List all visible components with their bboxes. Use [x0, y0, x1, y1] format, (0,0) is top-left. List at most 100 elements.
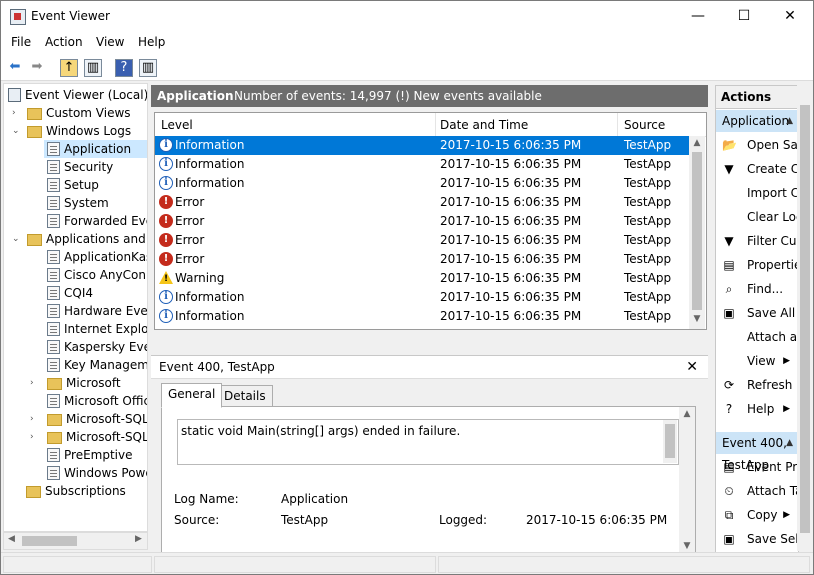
- forward-arrow-icon[interactable]: ➡: [28, 58, 46, 76]
- menu-view[interactable]: View: [96, 35, 124, 49]
- expand-icon[interactable]: ›: [30, 410, 40, 428]
- event-row[interactable]: i Information 2017-10-15 6:06:35 PM TestApp: [155, 155, 689, 174]
- tree-item-application[interactable]: Application: [44, 140, 147, 158]
- scroll-down-icon[interactable]: ▼: [689, 314, 705, 324]
- action-item[interactable]: ▤ Event Properties: [716, 455, 798, 479]
- tree-item-security[interactable]: Security: [44, 158, 113, 176]
- actions-vertical-scrollbar[interactable]: [797, 85, 813, 551]
- event-row[interactable]: i Information 2017-10-15 6:06:35 PM TestApp: [155, 288, 689, 307]
- back-arrow-icon[interactable]: ⬅: [6, 58, 24, 76]
- action-item[interactable]: ▣ Save All Events As...: [716, 301, 798, 325]
- tree-item-app-log[interactable]: Hardware Events: [44, 302, 147, 320]
- up-folder-icon[interactable]: ↑: [60, 59, 78, 77]
- action-item[interactable]: ⟳ Refresh: [716, 373, 798, 397]
- column-divider[interactable]: [435, 113, 436, 136]
- expand-icon[interactable]: ›: [30, 428, 40, 446]
- tree-item-sqlserver[interactable]: › Microsoft-SQLServer: [30, 428, 147, 446]
- action-item[interactable]: ⏲ Attach Task To This Event...: [716, 479, 798, 503]
- action-item[interactable]: ▼ Filter Current Log...: [716, 229, 798, 253]
- scroll-up-icon[interactable]: ▲: [679, 409, 695, 419]
- event-row[interactable]: i Information 2017-10-15 6:06:35 PM TestApp: [155, 136, 689, 155]
- scrollbar-thumb[interactable]: [692, 152, 702, 310]
- collapse-icon[interactable]: ⌄: [12, 122, 22, 140]
- actions-section-application[interactable]: Application ▲: [716, 110, 798, 132]
- menu-action[interactable]: Action: [45, 35, 83, 49]
- action-item[interactable]: ▼ Create Custom View...: [716, 157, 798, 181]
- column-header-level[interactable]: Level: [161, 118, 193, 132]
- tree-item-microsoft[interactable]: › Microsoft: [30, 374, 121, 392]
- collapse-up-icon[interactable]: ▲: [786, 110, 793, 132]
- scroll-right-icon[interactable]: ▶: [135, 534, 142, 544]
- event-row[interactable]: ! Error 2017-10-15 6:06:35 PM TestApp: [155, 193, 689, 212]
- event-source: TestApp: [624, 290, 672, 304]
- column-header-source[interactable]: Source: [624, 118, 665, 132]
- action-item[interactable]: ? Help ▶: [716, 397, 798, 421]
- show-hide-action-pane-icon[interactable]: ▥: [139, 59, 157, 77]
- tab-details[interactable]: Details: [217, 385, 273, 407]
- close-button[interactable]: ✕: [767, 1, 813, 32]
- tree-windows-logs[interactable]: ⌄ Windows Logs: [12, 122, 131, 140]
- action-item[interactable]: Clear Log...: [716, 205, 798, 229]
- tree-item-app-log[interactable]: Kaspersky Event: [44, 338, 147, 356]
- tree-item-app-log[interactable]: Microsoft Office: [44, 392, 147, 410]
- tree-item-app-log[interactable]: Key Management: [44, 356, 147, 374]
- menu-help[interactable]: Help: [138, 35, 165, 49]
- tree-subscriptions[interactable]: Subscriptions: [26, 482, 126, 500]
- event-row[interactable]: i Information 2017-10-15 6:06:35 PM TestApp: [155, 174, 689, 193]
- tree-apps-services[interactable]: ⌄ Applications and Services Logs: [12, 230, 147, 248]
- events-vertical-scrollbar[interactable]: ▲ ▼: [689, 136, 705, 329]
- tab-general[interactable]: General: [161, 383, 223, 408]
- expand-icon[interactable]: ›: [30, 374, 40, 392]
- actions-section-event[interactable]: Event 400, TestApp ▲: [716, 432, 798, 472]
- tree-root[interactable]: Event Viewer (Local): [8, 86, 147, 104]
- event-message-box[interactable]: static void Main(string[] args) ended in…: [177, 419, 679, 465]
- expand-icon[interactable]: ›: [12, 104, 22, 122]
- action-item[interactable]: Import Custom View...: [716, 181, 798, 205]
- tree-item-forwarded-events[interactable]: Forwarded Events: [44, 212, 147, 230]
- tree-item-app-log[interactable]: ApplicationKaspersky: [44, 248, 147, 266]
- tree-horizontal-scrollbar[interactable]: ◀ ▶: [3, 532, 148, 550]
- collapse-up-icon[interactable]: ▲: [786, 432, 793, 454]
- tree-item-app-log[interactable]: Cisco AnyConnect: [44, 266, 147, 284]
- menu-file[interactable]: File: [11, 35, 31, 49]
- tree-item-app-log[interactable]: CQI4: [44, 284, 93, 302]
- tree-custom-views[interactable]: › Custom Views: [12, 104, 131, 122]
- tree-item-app-log[interactable]: PreEmptive: [44, 446, 133, 464]
- tree-item-system[interactable]: System: [44, 194, 109, 212]
- action-item[interactable]: ⧉ Copy ▶: [716, 503, 798, 527]
- message-scrollbar[interactable]: [663, 420, 677, 463]
- event-row[interactable]: ! Error 2017-10-15 6:06:35 PM TestApp: [155, 231, 689, 250]
- action-item[interactable]: ▣ Save Selected Events...: [716, 527, 798, 551]
- action-item[interactable]: Attach a Task To this Log...: [716, 325, 798, 349]
- tree-item-app-log[interactable]: Windows PowerShell: [44, 464, 147, 482]
- event-row[interactable]: i Information 2017-10-15 6:06:35 PM TestApp: [155, 307, 689, 326]
- maximize-button[interactable]: ☐: [721, 1, 767, 32]
- tree-item-label: CQI4: [64, 286, 93, 300]
- action-item[interactable]: View ▶: [716, 349, 798, 373]
- scroll-left-icon[interactable]: ◀: [8, 534, 15, 544]
- help-icon[interactable]: ?: [115, 59, 133, 77]
- minimize-button[interactable]: —: [675, 1, 721, 32]
- event-row[interactable]: ! Warning 2017-10-15 6:06:35 PM TestApp: [155, 269, 689, 288]
- action-item[interactable]: ⌕ Find...: [716, 277, 798, 301]
- column-divider[interactable]: [617, 113, 618, 136]
- scroll-up-icon[interactable]: ▲: [689, 138, 705, 148]
- event-row[interactable]: ! Error 2017-10-15 6:06:35 PM TestApp: [155, 250, 689, 269]
- tree-item-app-log[interactable]: Internet Explorer: [44, 320, 147, 338]
- tree-item-sqlserver[interactable]: › Microsoft-SQLServer: [30, 410, 147, 428]
- column-header-date[interactable]: Date and Time: [440, 118, 528, 132]
- event-row[interactable]: ! Error 2017-10-15 6:06:35 PM TestApp: [155, 212, 689, 231]
- tree-item-setup[interactable]: Setup: [44, 176, 99, 194]
- action-item[interactable]: 📂 Open Saved Log...: [716, 133, 798, 157]
- show-hide-tree-icon[interactable]: ▥: [84, 59, 102, 77]
- scrollbar-thumb[interactable]: [22, 536, 77, 546]
- scrollbar-thumb[interactable]: [665, 424, 675, 458]
- scrollbar-thumb[interactable]: [800, 105, 810, 533]
- action-label: Clear Log...: [747, 210, 798, 224]
- scroll-down-icon[interactable]: ▼: [679, 541, 695, 551]
- detail-vertical-scrollbar[interactable]: ▲ ▼: [679, 407, 695, 553]
- action-item[interactable]: ▤ Properties: [716, 253, 798, 277]
- event-level-cell: ! Error: [159, 231, 204, 250]
- close-detail-icon[interactable]: ✕: [686, 356, 698, 378]
- collapse-icon[interactable]: ⌄: [12, 230, 22, 248]
